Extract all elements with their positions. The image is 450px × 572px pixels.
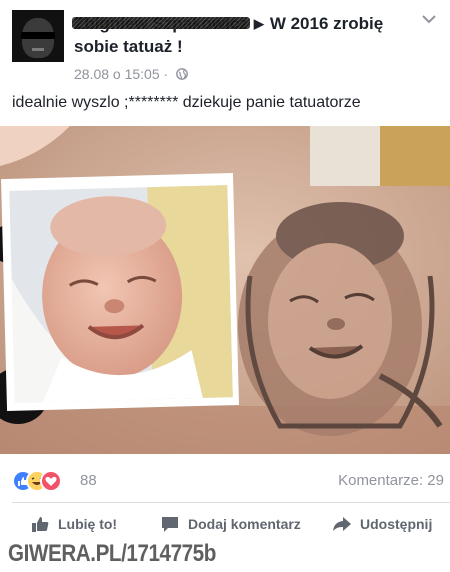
reference-photo — [1, 173, 239, 411]
divider — [12, 502, 450, 503]
post-text: idealnie wyszlo ;******** dziekuje panie… — [12, 94, 361, 111]
post-timestamp[interactable]: 28.08 o 15:05 — [74, 66, 160, 82]
comments-count[interactable]: Komentarze: 29 — [338, 472, 444, 489]
photo-tattoo-comparison — [0, 126, 450, 454]
redaction-scribble — [72, 17, 250, 29]
love-icon — [40, 470, 62, 492]
share-label: Udostępnij — [360, 516, 433, 532]
comment-button[interactable]: Dodaj komentarz — [160, 512, 301, 536]
post-header: Zbigniew Szpakowicz▶W 2016 zrobię sobie … — [0, 0, 450, 90]
meta-separator: · — [163, 66, 169, 82]
avatar[interactable] — [12, 10, 64, 62]
watermark: GIWERA.PL/1714775b — [8, 540, 216, 567]
thumbs-up-icon — [32, 517, 49, 532]
reaction-count[interactable]: 88 — [80, 472, 97, 489]
like-label: Lubię to! — [58, 516, 118, 532]
comment-label: Dodaj komentarz — [188, 516, 301, 532]
chevron-down-icon[interactable] — [420, 12, 438, 26]
avatar-mouth — [32, 48, 44, 51]
share-button[interactable]: Udostępnij — [332, 512, 432, 536]
avatar-sunglasses — [21, 32, 55, 39]
post-title-line: Zbigniew Szpakowicz▶W 2016 zrobię sobie … — [72, 12, 414, 58]
share-arrow-icon — [333, 517, 351, 531]
comment-icon — [162, 517, 178, 532]
author-name[interactable]: Zbigniew Szpakowicz — [72, 12, 250, 35]
like-button[interactable]: Lubię to! — [30, 512, 117, 536]
post-photo[interactable] — [0, 126, 450, 454]
post-meta: 28.08 o 15:05 · — [74, 66, 188, 82]
globe-icon — [176, 68, 188, 80]
arrow-right-icon: ▶ — [253, 16, 264, 31]
